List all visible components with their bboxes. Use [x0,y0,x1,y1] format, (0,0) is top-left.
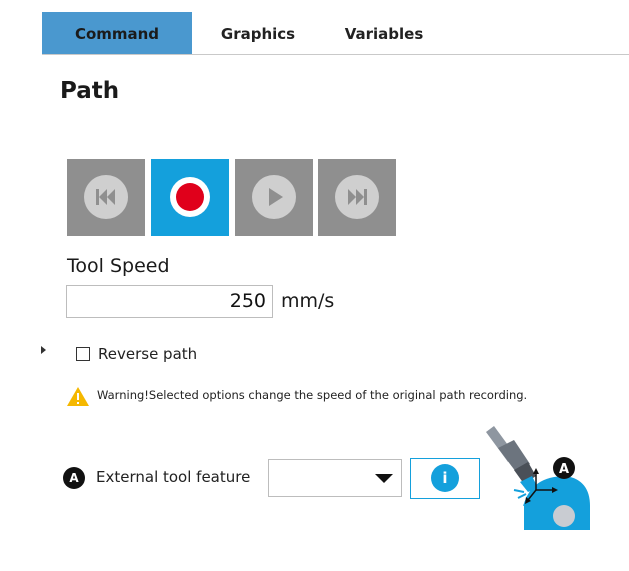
tab-variables[interactable]: Variables [324,12,444,54]
fast-forward-button[interactable] [318,159,396,236]
rewind-button[interactable] [67,159,145,236]
tab-bar: Command Graphics Variables [42,12,629,55]
record-button[interactable] [151,159,229,236]
record-icon [170,177,210,217]
warning-icon [67,387,89,406]
info-button[interactable]: i [410,458,480,499]
play-button[interactable] [235,159,313,236]
fast-forward-icon [335,175,379,219]
info-icon: i [431,464,459,492]
external-tool-feature-dropdown[interactable] [268,459,402,497]
feature-badge: A [63,467,85,489]
tool-speed-label: Tool Speed [67,255,170,277]
tab-command[interactable]: Command [42,12,192,54]
expand-arrow-icon[interactable] [41,346,46,354]
external-tool-feature-label: External tool feature [96,468,251,486]
illustration-badge: A [559,462,569,477]
tool-speed-input[interactable]: 250 [66,285,273,318]
robot-tool-feature-illustration: A [486,426,590,530]
tool-speed-unit: mm/s [281,290,335,312]
tab-graphics[interactable]: Graphics [192,12,324,54]
reverse-path-checkbox[interactable] [76,347,90,361]
reverse-path-label: Reverse path [98,345,198,363]
rewind-icon [84,175,128,219]
page-title: Path [60,78,120,104]
play-icon [252,175,296,219]
warning-message: Warning!Selected options change the spee… [97,388,528,402]
chevron-down-icon [375,474,393,483]
